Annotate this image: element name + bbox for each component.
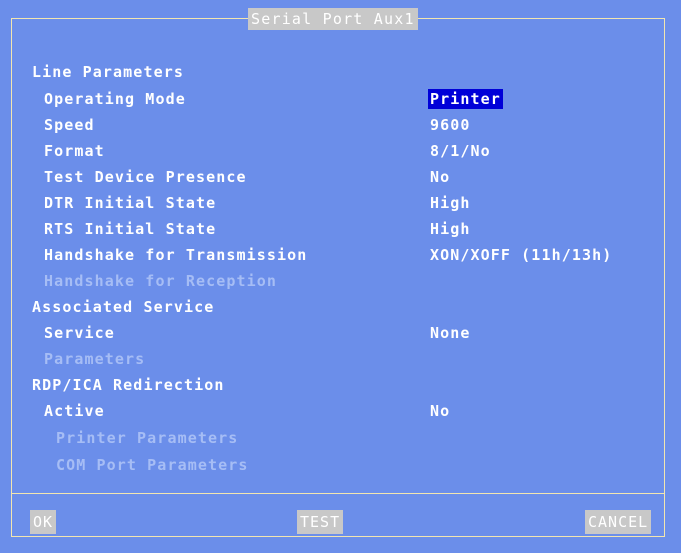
format-value[interactable]: 8/1/No (430, 141, 491, 161)
footer-divider (11, 493, 665, 494)
test-device-presence-label[interactable]: Test Device Presence (44, 167, 247, 187)
service-label[interactable]: Service (44, 323, 115, 343)
cancel-button[interactable]: CANCEL (585, 510, 652, 534)
section-associated-service: Associated Service (32, 298, 215, 316)
ok-button[interactable]: OK (30, 510, 57, 534)
parameters-label: Parameters (44, 350, 146, 368)
speed-value[interactable]: 9600 (430, 115, 471, 135)
section-line-parameters: Line Parameters (32, 63, 184, 81)
service-value[interactable]: None (430, 323, 471, 343)
com-port-parameters-label: COM Port Parameters (56, 456, 249, 474)
section-rdp-ica-redirection: RDP/ICA Redirection (32, 376, 225, 394)
handshake-transmission-label[interactable]: Handshake for Transmission (44, 245, 307, 265)
operating-mode-value[interactable]: Printer (428, 89, 503, 109)
test-device-presence-value[interactable]: No (430, 167, 450, 187)
dtr-initial-state-label[interactable]: DTR Initial State (44, 193, 216, 213)
rts-initial-state-value[interactable]: High (430, 219, 471, 239)
speed-label[interactable]: Speed (44, 115, 95, 135)
handshake-transmission-value[interactable]: XON/XOFF (11h/13h) (430, 245, 612, 265)
active-value[interactable]: No (430, 401, 450, 421)
printer-parameters-label: Printer Parameters (56, 429, 239, 447)
rts-initial-state-label[interactable]: RTS Initial State (44, 219, 216, 239)
format-label[interactable]: Format (44, 141, 105, 161)
handshake-reception-label: Handshake for Reception (44, 272, 278, 290)
dtr-initial-state-value[interactable]: High (430, 193, 471, 213)
test-button[interactable]: TEST (297, 510, 344, 534)
active-label[interactable]: Active (44, 401, 105, 421)
operating-mode-label[interactable]: Operating Mode (44, 89, 186, 109)
dialog-title: Serial Port Aux1 (248, 8, 418, 30)
